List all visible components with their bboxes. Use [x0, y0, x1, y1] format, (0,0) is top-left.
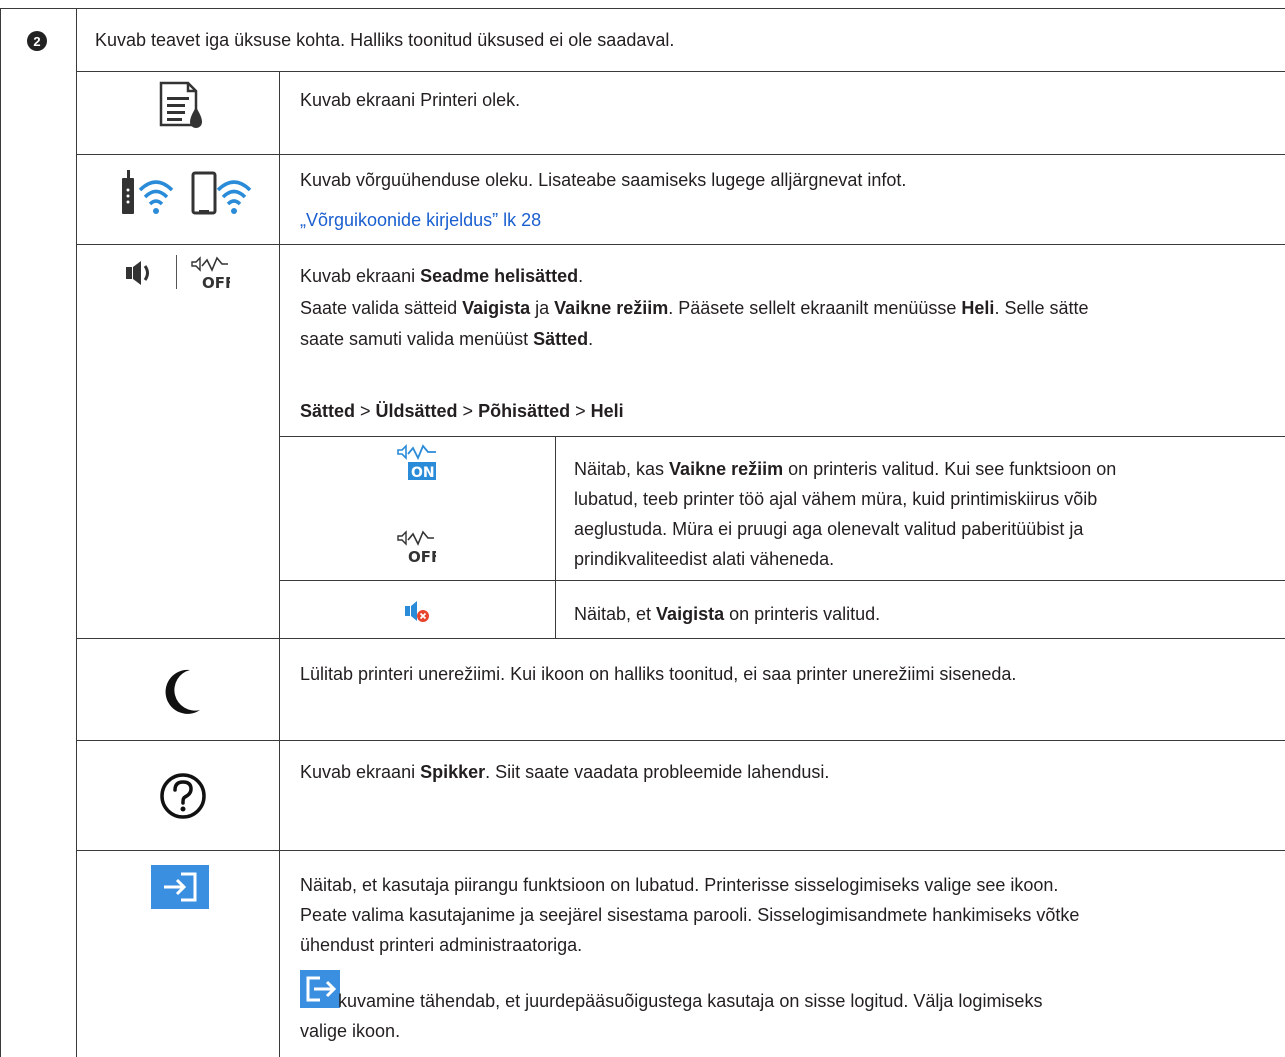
help-c: . Siit saate vaadata probleemide lahendu… [485, 762, 830, 782]
printer-status-icon [159, 81, 202, 128]
quiet-b: Vaikne režiim [669, 459, 784, 479]
quiet-off-label: OFF [202, 274, 230, 292]
sound-para-1: Kuvab ekraani Seadme helisätted. [300, 262, 583, 291]
quiet-mode-line-2: lubatud, teeb printer töö ajal vähem mür… [574, 489, 1098, 509]
row-divider-network [76, 244, 1285, 245]
sound-p2-b: Vaigista [462, 298, 531, 318]
table-border-top [0, 8, 1285, 9]
sound-p2-c: ja [530, 298, 555, 318]
number-badge-label: 2 [33, 33, 41, 49]
sleep-text: Lülitab printeri unerežiimi. Kui ikoon o… [300, 664, 1017, 684]
sleep-moon-icon [165, 669, 200, 714]
sound-para-2-line-1: Saate valida sätteid Vaigista ja Vaikne … [300, 294, 1089, 323]
sound-p2-g: . Selle sätte [994, 298, 1089, 318]
number-badge: 2 [27, 31, 47, 51]
subtable-row-divider [279, 580, 1285, 581]
login-line-5: valige ikoon. [300, 1021, 401, 1041]
wifi-router-icon [122, 170, 174, 214]
quiet-mode-off-icon-2: OFF [397, 530, 436, 566]
mute-c: on printeris valitud. [724, 604, 881, 624]
quiet-on-label: ON [411, 465, 435, 481]
network-icons-link[interactable]: „Võrguikoonide kirjeldus” lk 28 [300, 206, 541, 234]
path-sep-2: > [457, 401, 479, 421]
help-icon [160, 773, 206, 819]
sound-p1-b: Seadme helisätted [420, 266, 579, 286]
mute-b: Vaigista [656, 604, 725, 624]
path-sound: Heli [590, 401, 624, 421]
sound-on-icon [126, 261, 149, 285]
row-divider-sleep [76, 740, 1285, 741]
quiet-mode-on-icon: ON [397, 444, 436, 481]
login-icon[interactable] [151, 865, 209, 909]
row-divider-help [76, 850, 1285, 851]
row-divider-intro [76, 71, 1285, 72]
path-general: Üldsätted [375, 401, 458, 421]
login-line-2: Peate valima kasutajanime ja seejärel si… [300, 905, 1080, 925]
login-line-4: kuvamine tähendab, et juurdepääsuõiguste… [338, 991, 1043, 1011]
logout-icon[interactable] [300, 970, 340, 1008]
login-line-3: ühendust printeri administraatoriga. [300, 935, 583, 955]
mute-a: Näitab, et [574, 604, 657, 624]
wifi-direct-icon [191, 171, 252, 215]
sound-p2-j: . [588, 329, 594, 349]
quiet-off-label-2: OFF [408, 548, 436, 566]
quiet-mode-line-4: prindikvaliteedist alati väheneda. [574, 549, 835, 569]
sound-p2-h: saate samuti valida menüüst [300, 329, 534, 349]
path-sep-1: > [355, 401, 376, 421]
sound-separator [176, 255, 177, 289]
help-b: Spikker [420, 762, 486, 782]
intro-text: Kuvab teavet iga üksuse kohta. Halliks t… [95, 30, 675, 50]
subtable-col-divider [555, 436, 556, 638]
sound-p2-a: Saate valida sätteid [300, 298, 463, 318]
quiet-mode-line-3: aeglustuda. Müra ei pruugi aga olenevalt… [574, 519, 1084, 539]
quiet-mode-line-1: Näitab, kas Vaikne režiim on printeris v… [574, 455, 1116, 484]
printer-status-text: Kuvab ekraani Printeri olek. [300, 90, 521, 110]
help-text: Kuvab ekraani Spikker. Siit saate vaadat… [300, 758, 829, 787]
sound-p2-i: Sätted [533, 329, 589, 349]
login-line-1: Näitab, et kasutaja piirangu funktsioon … [300, 875, 1059, 895]
subtable-top [279, 436, 1285, 437]
table-border-left [0, 8, 1, 1057]
network-text: Kuvab võrguühenduse oleku. Lisateabe saa… [300, 170, 907, 190]
sound-p2-d: Vaikne režiim [554, 298, 669, 318]
sound-menu-path: Sätted > Üldsätted > Põhisätted > Heli [300, 397, 624, 426]
quiet-c: on printeris valitud. Kui see funktsioon… [783, 459, 1117, 479]
row-divider-sound [76, 638, 1285, 639]
sound-p2-f: Heli [961, 298, 995, 318]
row-divider-status [76, 154, 1285, 155]
help-a: Kuvab ekraani [300, 762, 421, 782]
col-divider-badge [76, 8, 77, 1057]
path-sep-3: > [570, 401, 591, 421]
sound-p1-c: . [578, 266, 584, 286]
path-basic: Põhisätted [478, 401, 571, 421]
quiet-a: Näitab, kas [574, 459, 670, 479]
sound-p1-a: Kuvab ekraani [300, 266, 421, 286]
mute-icon [405, 601, 429, 622]
mute-text: Näitab, et Vaigista on printeris valitud… [574, 600, 880, 629]
sound-p2-e: . Pääsete sellelt ekraanilt menüüsse [668, 298, 962, 318]
col-divider-icons [279, 71, 280, 1057]
path-settings: Sätted [300, 401, 356, 421]
sound-para-2-line-2: saate samuti valida menüüst Sätted. [300, 325, 593, 354]
quiet-mode-off-icon: OFF [191, 256, 230, 292]
